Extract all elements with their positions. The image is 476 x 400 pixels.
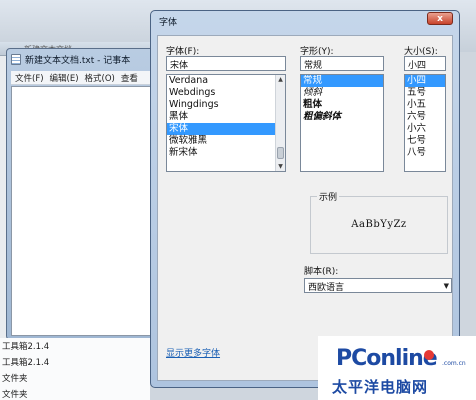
logo-sub-text: 太平洋电脑网 <box>332 378 429 396</box>
scroll-down-icon[interactable]: ▼ <box>276 162 285 171</box>
menu-edit[interactable]: 编辑(E) <box>50 72 79 84</box>
list-item[interactable]: 文件夹 <box>2 372 28 384</box>
style-option[interactable]: 粗偏斜体 <box>301 111 383 123</box>
list-item[interactable]: 工具箱2.1.4 <box>2 340 49 352</box>
font-option[interactable]: Wingdings <box>167 99 285 111</box>
script-select[interactable]: 西欧语言 ▼ <box>304 278 452 293</box>
font-dialog: 字体 x 字体(F): 宋体 Verdana Webdings Wingding… <box>150 10 460 388</box>
sample-group: 示例 AaBbYyZz <box>310 190 448 254</box>
style-option[interactable]: 倾斜 <box>301 87 383 99</box>
style-option-selected[interactable]: 常规 <box>301 75 383 87</box>
sample-label: 示例 <box>317 190 340 203</box>
notepad-icon <box>11 53 21 65</box>
size-listbox[interactable]: 小四 五号 小五 六号 小六 七号 八号 <box>404 74 446 172</box>
notepad-title: 新建文本文档.txt - 记事本 <box>25 55 131 66</box>
show-more-fonts-link[interactable]: 显示更多字体 <box>166 346 220 359</box>
font-name-input[interactable]: 宋体 <box>166 56 286 71</box>
chevron-down-icon: ▼ <box>443 282 449 290</box>
font-option[interactable]: Webdings <box>167 87 285 99</box>
script-label: 脚本(R): <box>304 267 339 277</box>
style-option[interactable]: 粗体 <box>301 99 383 111</box>
background-file-list: 工具箱2.1.4 工具箱2.1.4 文件夹 文件夹 <box>0 338 150 400</box>
dialog-title: 字体 <box>159 18 178 28</box>
font-option[interactable]: Verdana <box>167 75 285 87</box>
size-input[interactable]: 小四 <box>404 56 446 71</box>
style-input[interactable]: 常规 <box>300 56 384 71</box>
size-option[interactable]: 六号 <box>405 111 445 123</box>
list-item[interactable]: 工具箱2.1.4 <box>2 356 49 368</box>
size-option[interactable]: 五号 <box>405 87 445 99</box>
font-option[interactable]: 微软雅黑 <box>167 135 285 147</box>
menu-view[interactable]: 查看 <box>121 72 138 84</box>
dialog-client-area: 字体(F): 宋体 Verdana Webdings Wingdings 黑体 … <box>157 35 453 381</box>
notepad-titlebar[interactable]: 新建文本文档.txt - 记事本 <box>11 52 151 66</box>
menu-format[interactable]: 格式(O) <box>85 72 115 84</box>
style-listbox[interactable]: 常规 倾斜 粗体 粗偏斜体 <box>300 74 384 172</box>
pconline-logo: PConline .com.cn 太平洋电脑网 <box>318 336 476 400</box>
list-item[interactable]: 文件夹 <box>2 388 28 400</box>
size-option[interactable]: 小六 <box>405 123 445 135</box>
font-option[interactable]: 黑体 <box>167 111 285 123</box>
scroll-thumb[interactable] <box>277 147 284 159</box>
size-option[interactable]: 小五 <box>405 99 445 111</box>
close-icon: x <box>437 13 443 24</box>
notepad-menubar: 文件(F) 编辑(E) 格式(O) 查看 <box>11 71 153 85</box>
font-listbox[interactable]: Verdana Webdings Wingdings 黑体 宋体 微软雅黑 新宋… <box>166 74 286 172</box>
menu-file[interactable]: 文件(F) <box>15 72 44 84</box>
scroll-up-icon[interactable]: ▲ <box>276 75 285 84</box>
script-select-value: 西欧语言 <box>308 283 345 293</box>
logo-dot-icon <box>424 350 434 360</box>
notepad-window: 新建文本文档.txt - 记事本 文件(F) 编辑(E) 格式(O) 查看 <box>6 48 156 340</box>
size-option-selected[interactable]: 小四 <box>405 75 445 87</box>
font-option-selected[interactable]: 宋体 <box>167 123 285 135</box>
font-option[interactable]: 新宋体 <box>167 147 285 159</box>
notepad-text-area[interactable] <box>11 86 153 336</box>
font-list-scrollbar[interactable]: ▲ ▼ <box>275 75 285 171</box>
sample-preview-text: AaBbYyZz <box>351 219 407 230</box>
logo-main-text: PConline <box>336 346 438 371</box>
size-option[interactable]: 八号 <box>405 147 445 159</box>
size-option[interactable]: 七号 <box>405 135 445 147</box>
close-button[interactable]: x <box>427 12 453 25</box>
logo-domain-text: .com.cn <box>442 360 466 367</box>
